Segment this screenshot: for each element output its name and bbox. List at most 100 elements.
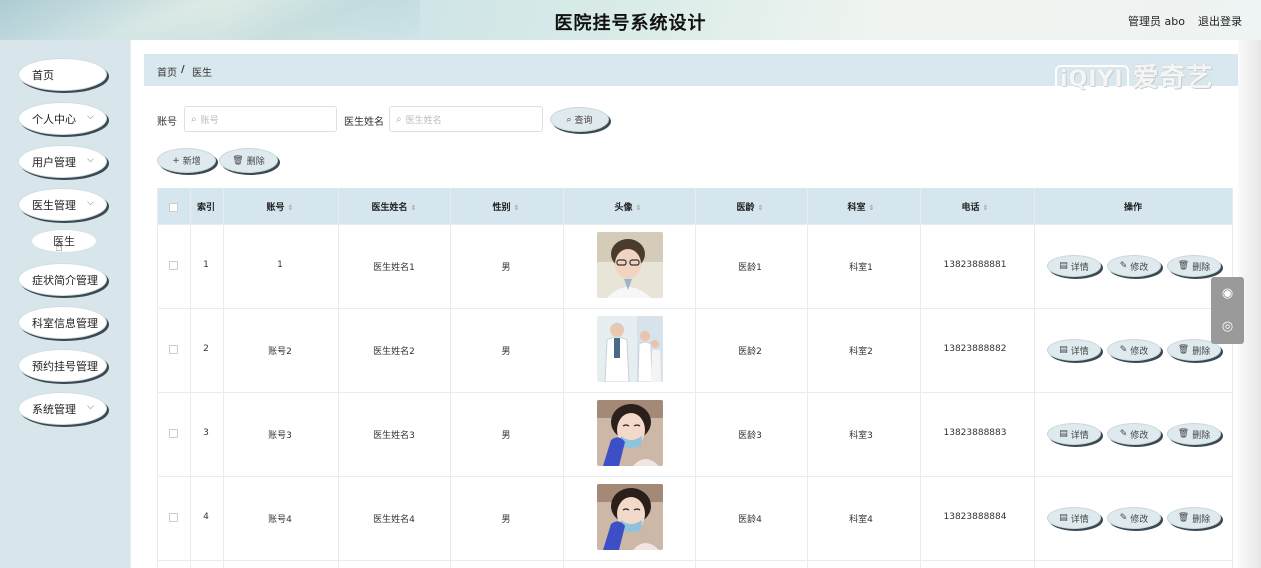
doctor-avatar bbox=[597, 232, 663, 298]
detail-button[interactable]: ▤ 详情 bbox=[1047, 423, 1101, 445]
cell-name: 医生姓名4 bbox=[373, 515, 415, 525]
doctor-avatar bbox=[597, 484, 663, 550]
cell-name: 医生姓名2 bbox=[373, 347, 415, 357]
column-department[interactable]: 科室 ⇕ bbox=[848, 200, 875, 213]
cell-dept: 科室3 bbox=[849, 431, 873, 441]
sidebar-item-label: 系统管理 bbox=[32, 402, 76, 416]
select-all-checkbox[interactable] bbox=[169, 203, 178, 212]
cell-gender: 男 bbox=[501, 347, 511, 357]
column-doctor-name[interactable]: 医生姓名 ⇕ bbox=[372, 200, 417, 213]
trash-icon: 🗑 bbox=[1177, 513, 1190, 523]
detail-button[interactable]: ▤ 详情 bbox=[1047, 507, 1101, 529]
document-icon: ▤ bbox=[1059, 513, 1068, 523]
cell-account: 账号4 bbox=[268, 515, 292, 525]
sort-icon: ⇕ bbox=[868, 204, 875, 212]
cell-dept: 科室2 bbox=[849, 347, 873, 357]
sidebar-item-label: 医生管理 bbox=[32, 198, 76, 212]
edit-button[interactable]: ✎ 修改 bbox=[1107, 423, 1161, 445]
sort-icon: ⇕ bbox=[410, 204, 417, 212]
cell-gender: 男 bbox=[501, 515, 511, 525]
document-icon: ▤ bbox=[1059, 261, 1068, 271]
sidebar-item-label: 首页 bbox=[32, 68, 54, 82]
sort-icon: ⇕ bbox=[982, 204, 989, 212]
search-icon: ⌕ bbox=[566, 114, 572, 125]
sidebar-item-personal-center[interactable]: 个人中心 ⌵ bbox=[18, 102, 107, 135]
cell-name: 医生姓名3 bbox=[373, 431, 415, 441]
target-icon[interactable]: ◎ bbox=[1220, 319, 1235, 334]
cell-phone: 13823888881 bbox=[943, 260, 1007, 270]
edit-button[interactable]: ✎ 修改 bbox=[1107, 255, 1161, 277]
cell-dept: 科室1 bbox=[849, 263, 873, 273]
doctor-avatar bbox=[597, 316, 663, 382]
watermark-logo: iQIYI 爱奇艺 bbox=[1055, 57, 1214, 94]
column-actions: 操作 bbox=[1123, 203, 1143, 213]
cell-age: 医龄3 bbox=[738, 431, 762, 441]
column-seniority[interactable]: 医龄 ⇕ bbox=[737, 200, 764, 213]
pencil-icon: ✎ bbox=[1119, 261, 1128, 271]
cell-age: 医龄4 bbox=[738, 515, 762, 525]
batch-delete-button[interactable]: 🗑 删除 bbox=[219, 148, 278, 173]
doctor-name-search-input[interactable]: ⌕ 医生姓名 bbox=[389, 106, 543, 132]
cell-phone: 13823888883 bbox=[943, 428, 1007, 438]
sort-icon: ⇕ bbox=[635, 204, 642, 212]
pencil-icon: ✎ bbox=[1119, 429, 1128, 439]
sidebar-item-user-management[interactable]: 用户管理 ⌵ bbox=[18, 145, 107, 178]
mouse-pointer-icon: ☝ bbox=[55, 240, 63, 255]
sidebar-item-appointment-management[interactable]: 预约挂号管理 bbox=[18, 349, 107, 382]
column-avatar[interactable]: 头像 ⇕ bbox=[615, 200, 642, 213]
document-icon: ▤ bbox=[1059, 345, 1068, 355]
row-checkbox[interactable] bbox=[169, 513, 178, 522]
sort-icon: ⇕ bbox=[513, 204, 520, 212]
sidebar-item-label: 科室信息管理 bbox=[32, 316, 98, 330]
sidebar-subitem-doctor[interactable]: 医生 bbox=[31, 229, 97, 253]
cell-account: 1 bbox=[277, 260, 283, 270]
account-search-input[interactable]: ⌕ 账号 bbox=[184, 106, 337, 132]
breadcrumb-current: 医生 bbox=[192, 68, 212, 79]
sidebar-item-label: 用户管理 bbox=[32, 155, 76, 169]
pencil-icon: ✎ bbox=[1119, 345, 1128, 355]
sidebar-item-label: 预约挂号管理 bbox=[32, 359, 98, 373]
chevron-down-icon: ⌵ bbox=[87, 402, 94, 412]
row-checkbox[interactable] bbox=[169, 345, 178, 354]
row-checkbox[interactable] bbox=[169, 429, 178, 438]
cell-index: 2 bbox=[203, 344, 209, 354]
sidebar-item-home[interactable]: 首页 bbox=[18, 58, 107, 91]
add-button[interactable]: + 新增 bbox=[157, 148, 216, 173]
search-icon: ⌕ bbox=[396, 113, 402, 125]
detail-button[interactable]: ▤ 详情 bbox=[1047, 339, 1101, 361]
doctor-avatar bbox=[597, 400, 663, 466]
column-phone[interactable]: 电话 ⇕ bbox=[962, 200, 989, 213]
column-index: 索引 bbox=[196, 203, 216, 213]
sidebar-item-department-management[interactable]: 科室信息管理 bbox=[18, 306, 107, 339]
edit-button[interactable]: ✎ 修改 bbox=[1107, 507, 1161, 529]
page-title: 医院挂号系统设计 bbox=[554, 13, 707, 34]
edit-button[interactable]: ✎ 修改 bbox=[1107, 339, 1161, 361]
delete-button[interactable]: 🗑 删除 bbox=[1167, 255, 1221, 277]
sidebar-item-label: 症状简介管理 bbox=[32, 273, 98, 287]
delete-button[interactable]: 🗑 删除 bbox=[1167, 423, 1221, 445]
column-account[interactable]: 账号 ⇕ bbox=[267, 200, 294, 213]
user-info: 管理员 abo bbox=[1128, 15, 1185, 28]
cell-phone: 13823888884 bbox=[943, 512, 1007, 522]
sidebar-item-label: 个人中心 bbox=[32, 112, 76, 126]
cell-account: 账号2 bbox=[268, 347, 292, 357]
sidebar-item-symptom-management[interactable]: 症状简介管理 bbox=[18, 263, 107, 296]
cell-age: 医龄1 bbox=[738, 263, 762, 273]
row-checkbox[interactable] bbox=[169, 261, 178, 270]
column-gender[interactable]: 性别 ⇕ bbox=[493, 200, 520, 213]
camera-icon[interactable]: ◉ bbox=[1220, 286, 1235, 301]
sidebar-item-system-management[interactable]: 系统管理 ⌵ bbox=[18, 392, 107, 425]
pencil-icon: ✎ bbox=[1119, 513, 1128, 523]
logout-link[interactable]: 退出登录 bbox=[1198, 13, 1242, 29]
cell-gender: 男 bbox=[501, 263, 511, 273]
cell-dept: 科室4 bbox=[849, 515, 873, 525]
breadcrumb-home[interactable]: 首页 bbox=[157, 64, 177, 79]
trash-icon: 🗑 bbox=[1177, 261, 1190, 271]
account-label: 账号 bbox=[157, 117, 177, 128]
chevron-down-icon: ⌵ bbox=[87, 112, 94, 122]
delete-button[interactable]: 🗑 删除 bbox=[1167, 507, 1221, 529]
detail-button[interactable]: ▤ 详情 bbox=[1047, 255, 1101, 277]
sidebar-item-doctor-management[interactable]: 医生管理 ⌵ bbox=[18, 188, 107, 221]
floating-toolbar: ◉ ◎ bbox=[1211, 277, 1244, 344]
query-button[interactable]: ⌕ 查询 bbox=[550, 107, 609, 132]
